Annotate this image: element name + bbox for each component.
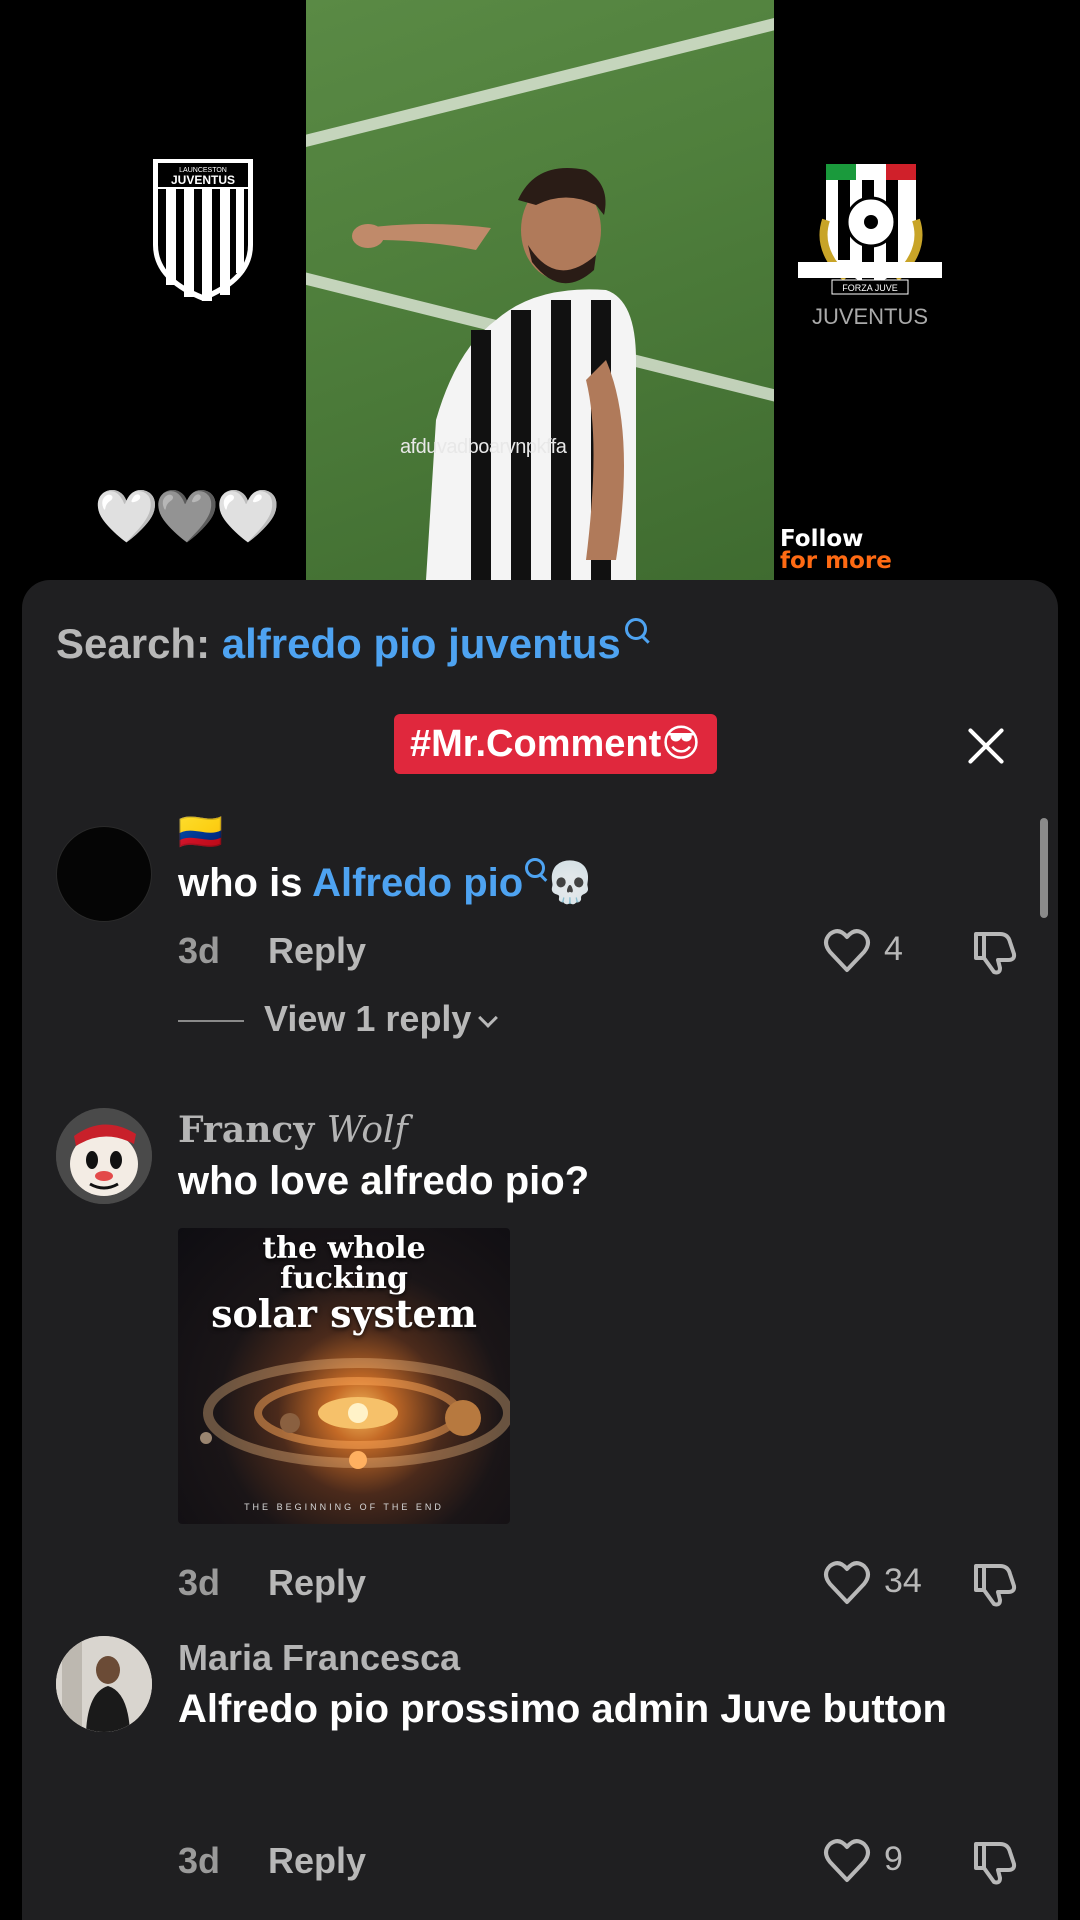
comment-actions: 3d Reply 34 <box>178 1558 1034 1608</box>
heart-icon[interactable] <box>822 1836 932 1886</box>
comment-username[interactable]: 🇨🇴 <box>178 810 998 854</box>
divider <box>178 1020 244 1023</box>
dislike-icon[interactable] <box>970 1836 1020 1886</box>
search-suggestion[interactable]: Search: alfredo pio juventus <box>56 618 647 668</box>
close-icon[interactable] <box>966 726 1006 766</box>
comment-text: Alfredo pio prossimo admin Juve button <box>178 1687 947 1731</box>
reply-button[interactable]: Reply <box>268 930 366 972</box>
chevron-down-icon <box>478 1008 499 1028</box>
avatar[interactable] <box>56 1108 152 1204</box>
svg-text:JUVENTUS: JUVENTUS <box>171 173 235 187</box>
gif-footer: THE BEGINNING OF THE END <box>244 1502 444 1512</box>
comment-username[interactable]: Francy Wolf <box>178 1108 998 1152</box>
comment-time: 3d <box>178 930 221 971</box>
dislike-icon[interactable] <box>970 926 1020 976</box>
gif-caption: the whole <box>262 1231 426 1266</box>
video-watermark: afduvadboarvnpkffa <box>400 436 567 458</box>
comment-text-prefix: who is <box>178 861 313 905</box>
view-replies-label: View 1 reply <box>264 998 472 1039</box>
username-first: Francy <box>178 1109 315 1151</box>
user-photo-icon <box>56 1636 152 1732</box>
like-count: 34 <box>884 1562 922 1600</box>
video-player[interactable]: afduvadboarvnpkffa LAUNCESTON JUVENTUS F… <box>0 0 1080 580</box>
comment-text: who is Alfredo pio 💀 <box>178 854 998 912</box>
comment-time: 3d <box>178 1562 221 1603</box>
solar-system-gif[interactable]: the whole fucking solar system THE BEGIN… <box>178 1228 510 1524</box>
svg-text:FORZA JUVE: FORZA JUVE <box>842 283 898 293</box>
juventus-crest-icon: LAUNCESTON JUVENTUS <box>153 159 253 301</box>
comment-search-link[interactable]: Alfredo pio <box>312 861 523 905</box>
search-label: Search: <box>56 620 222 667</box>
like-count: 9 <box>884 1840 903 1878</box>
skull-emoji: 💀 <box>545 861 595 905</box>
comment-actions: 3d Reply 4 <box>178 926 1034 976</box>
follow-text: Follow <box>780 526 864 552</box>
dislike-icon[interactable] <box>970 1558 1020 1608</box>
avatar[interactable] <box>56 1636 152 1732</box>
search-term-link[interactable]: alfredo pio juventus <box>222 620 621 667</box>
username-second: Wolf <box>326 1110 408 1151</box>
player-figure <box>352 168 636 580</box>
heart-icon[interactable] <box>822 926 932 976</box>
follow-for-more-label: Follow for more <box>780 526 892 574</box>
reply-button[interactable]: Reply <box>268 1562 366 1604</box>
launceston-city-crest-icon: FORZA JUVE JUVENTUS <box>798 164 942 329</box>
gif-caption: solar system <box>211 1291 477 1336</box>
gif-caption: fucking <box>280 1261 408 1296</box>
comment-actions: 3d Reply 9 <box>178 1836 1034 1886</box>
for-more-text: for more <box>780 548 892 574</box>
view-replies-button[interactable]: View 1 reply <box>178 998 499 1040</box>
comment-username[interactable]: Maria Francesca <box>178 1636 998 1680</box>
comments-sheet: Search: alfredo pio juventus #Mr.Comment… <box>22 580 1058 1920</box>
cuphead-avatar-icon <box>56 1108 152 1204</box>
scrollbar[interactable] <box>1040 818 1048 918</box>
svg-text:JUVENTUS: JUVENTUS <box>812 304 928 329</box>
video-frame <box>306 0 774 580</box>
avatar[interactable] <box>56 826 152 922</box>
hearts-emoji: 🤍🩶🤍 <box>94 488 280 546</box>
comment-time: 3d <box>178 1840 221 1881</box>
like-count: 4 <box>884 930 903 968</box>
search-icon <box>525 858 546 878</box>
hashtag-badge: #Mr.Comment😎 <box>394 714 717 774</box>
reply-button[interactable]: Reply <box>268 1840 366 1882</box>
comment-text: who love alfredo pio? <box>178 1159 590 1203</box>
search-icon <box>624 618 647 640</box>
